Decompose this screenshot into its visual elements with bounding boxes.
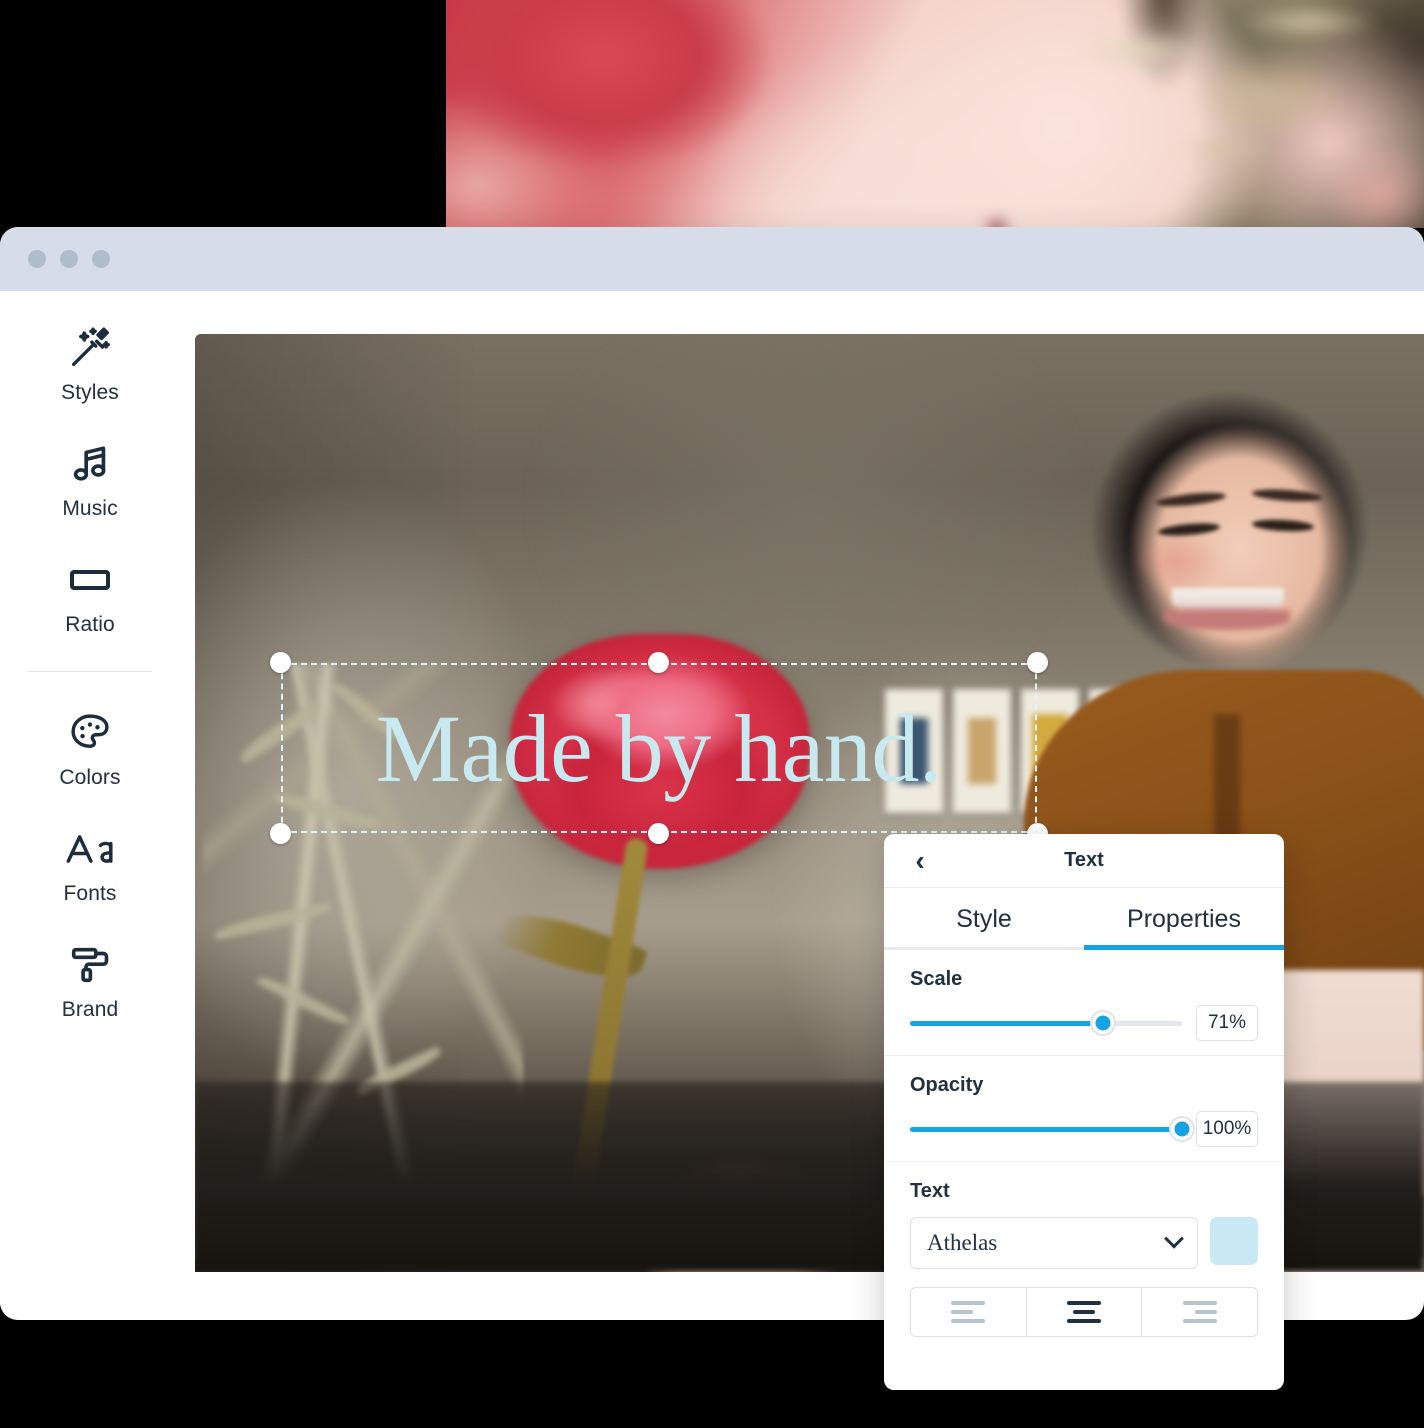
align-center-button[interactable] [1026, 1288, 1143, 1336]
opacity-label: Opacity [910, 1074, 984, 1096]
sidebar-item-label: Ratio [65, 613, 115, 636]
music-note-icon [67, 437, 113, 491]
selection-handle-top-right[interactable] [1027, 652, 1048, 673]
scale-label: Scale [910, 968, 963, 990]
slider-fill [910, 1127, 1182, 1132]
sidebar-item-music[interactable]: Music [0, 437, 180, 521]
minimize-dot[interactable] [60, 250, 78, 268]
align-left-button[interactable] [911, 1288, 1027, 1336]
slider-thumb[interactable] [1169, 1116, 1195, 1142]
screenshot-root: Styles Music Ratio Colors Fonts Brand Ma… [0, 0, 1424, 1428]
overlay-text[interactable]: Made by hand. [281, 663, 1037, 833]
tab-label: Properties [1127, 904, 1241, 933]
panel-title: Text [1064, 849, 1104, 871]
text-selection-box[interactable]: Made by hand. [270, 652, 1048, 844]
sidebar-item-label: Colors [59, 766, 121, 789]
selection-handle-bottom-center[interactable] [648, 823, 669, 844]
font-name-value: Athelas [927, 1230, 998, 1255]
sidebar-item-ratio[interactable]: Ratio [0, 553, 180, 637]
sidebar-item-label: Brand [61, 998, 119, 1021]
slider-thumb[interactable] [1090, 1010, 1117, 1036]
window-controls [28, 250, 110, 268]
backdrop-stem-layer [446, 0, 1424, 228]
text-label: Text [910, 1180, 950, 1202]
sidebar-item-label: Fonts [63, 882, 117, 905]
opacity-control: Opacity 100% [884, 1056, 1284, 1162]
font-family-select[interactable]: Athelas [910, 1217, 1198, 1269]
scale-value[interactable]: 71% [1196, 1005, 1258, 1041]
text-color-swatch[interactable] [1210, 1217, 1258, 1265]
opacity-value[interactable]: 100% [1196, 1111, 1258, 1147]
backdrop-flower-photo [446, 0, 1424, 228]
panel-header: ‹ Text [884, 834, 1284, 888]
scale-slider[interactable] [910, 1010, 1182, 1036]
tab-properties[interactable]: Properties [1084, 888, 1284, 950]
magic-wand-icon [67, 321, 113, 375]
close-dot[interactable] [28, 250, 46, 268]
tool-sidebar: Styles Music Ratio Colors Fonts Brand [0, 291, 180, 1320]
text-alignment-group [910, 1287, 1258, 1337]
maximize-dot[interactable] [92, 250, 110, 268]
lip [1164, 610, 1290, 630]
cheek [1134, 532, 1224, 592]
sidebar-item-styles[interactable]: Styles [0, 321, 180, 405]
rectangle-icon [66, 553, 114, 607]
tab-label: Style [956, 904, 1012, 933]
slider-fill [910, 1021, 1104, 1026]
sidebar-item-label: Music [62, 497, 118, 520]
paint-roller-icon [67, 938, 113, 992]
align-right-button[interactable] [1142, 1288, 1257, 1336]
sidebar-item-label: Styles [61, 381, 119, 404]
text-control: Text Athelas [884, 1162, 1284, 1357]
selection-handle-top-left[interactable] [270, 652, 291, 673]
chevron-left-icon[interactable]: ‹ [896, 834, 944, 888]
sidebar-item-fonts[interactable]: Fonts [0, 822, 180, 906]
text-properties-panel: ‹ Text Style Properties Scale 71% Opacit… [884, 834, 1284, 1390]
chevron-down-icon [1164, 1228, 1184, 1249]
panel-tabs: Style Properties [884, 888, 1284, 950]
sidebar-item-brand[interactable]: Brand [0, 938, 180, 1022]
scale-control: Scale 71% [884, 950, 1284, 1056]
selection-handle-bottom-left[interactable] [270, 823, 291, 844]
tab-style[interactable]: Style [884, 888, 1084, 950]
palette-icon [67, 706, 113, 760]
opacity-slider[interactable] [910, 1116, 1195, 1142]
font-size-icon [64, 822, 116, 876]
browser-titlebar [0, 227, 1424, 291]
sidebar-item-colors[interactable]: Colors [0, 706, 180, 790]
selection-handle-top-center[interactable] [648, 652, 669, 673]
sidebar-divider [28, 671, 152, 672]
